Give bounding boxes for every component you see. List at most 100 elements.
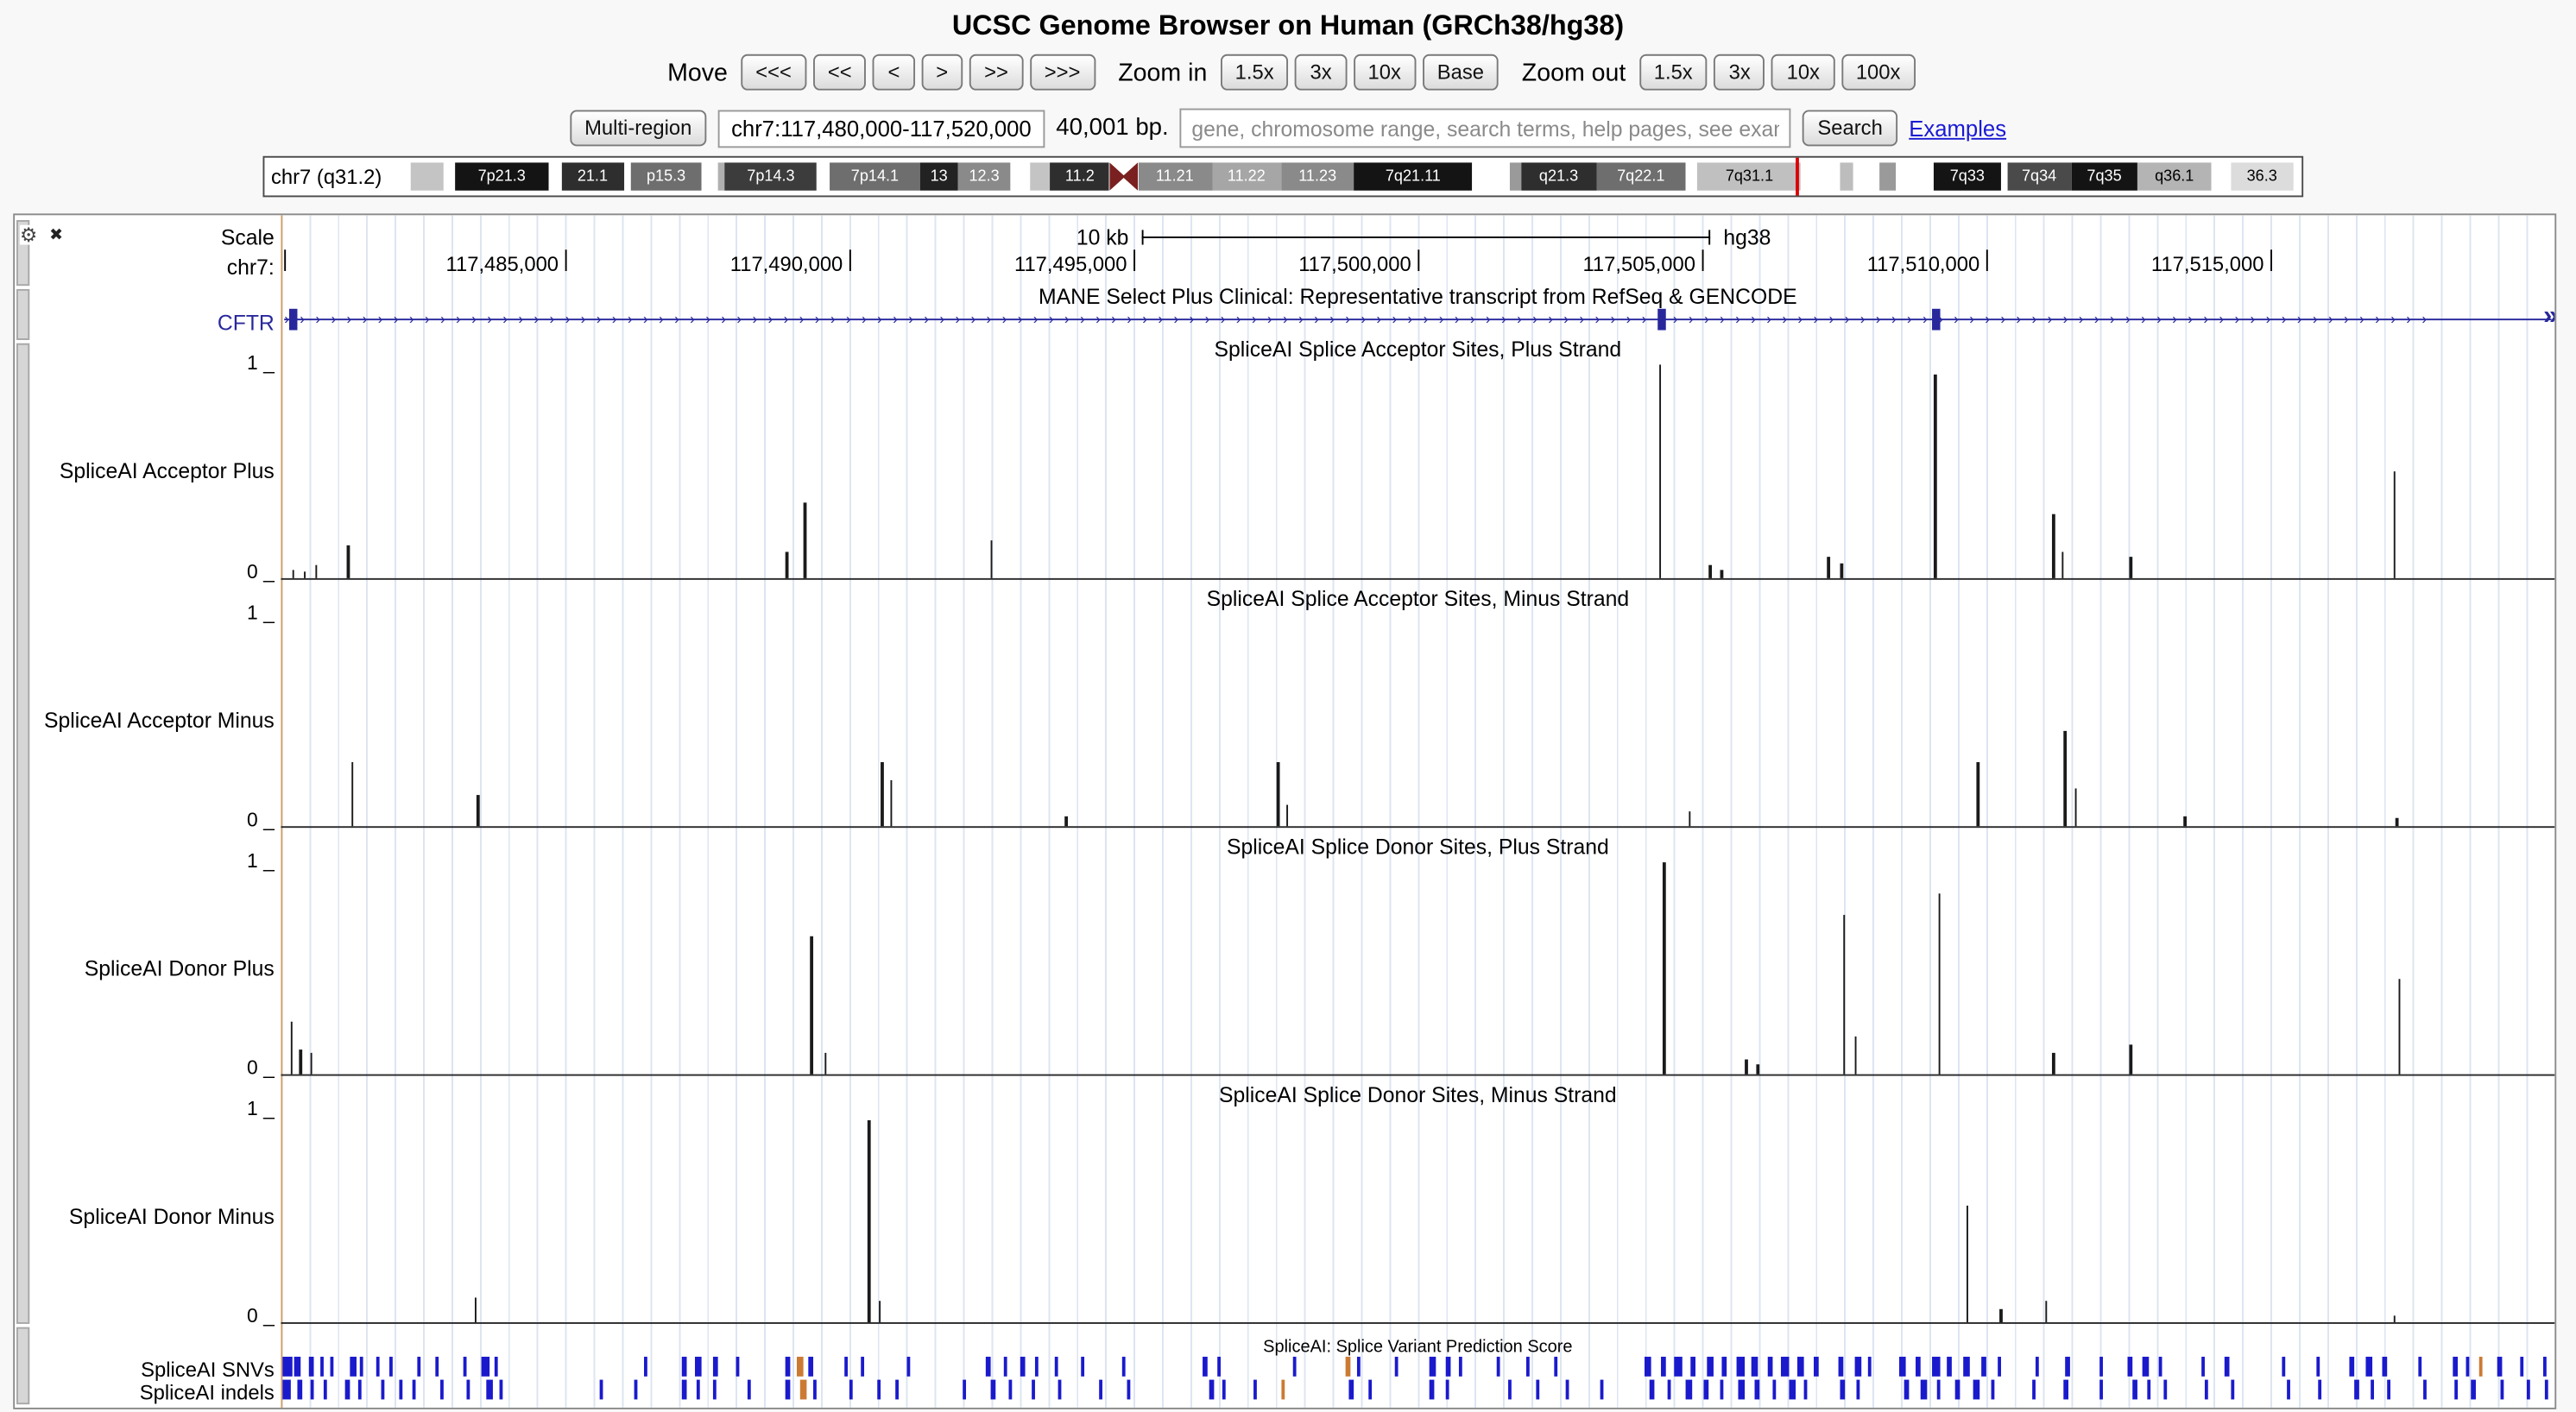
variant-tick <box>2386 1380 2390 1400</box>
multi-region-button[interactable]: Multi-region <box>570 110 707 147</box>
variant-tick <box>1754 1380 1759 1400</box>
variant-tick <box>1752 1357 1759 1377</box>
variant-tick <box>1100 1380 1103 1400</box>
variant-tick <box>1857 1380 1860 1400</box>
signal-bar <box>1286 805 1289 827</box>
gene-direction-arrows: ››››››››››››››››››››››››››››››››››››››››… <box>284 309 2551 331</box>
ideogram-band: 7p14.3 <box>724 162 817 190</box>
variant-tick <box>358 1380 362 1400</box>
variant-tick <box>697 1380 700 1400</box>
ruler-tick <box>1133 249 1135 271</box>
position-box[interactable]: chr7:117,480,000-117,520,000 <box>718 110 1045 148</box>
variant-tick <box>895 1380 899 1400</box>
variant-tick <box>1804 1380 1808 1400</box>
ideogram-band <box>1896 162 1933 190</box>
variant-tick <box>2144 1357 2150 1377</box>
region-size-label: 40,001 bp. <box>1056 115 1168 141</box>
ruler-tick <box>2270 249 2272 271</box>
ideogram-band <box>702 162 717 190</box>
centromere <box>1109 162 1138 190</box>
variant-tick <box>1082 1357 1085 1377</box>
axis-min-label: 0 _ <box>15 1304 275 1327</box>
move-left-small-button[interactable]: < <box>873 54 914 91</box>
variant-tick <box>485 1380 492 1400</box>
variant-tick <box>2366 1357 2373 1377</box>
variant-tick <box>1814 1357 1819 1377</box>
signal-bar <box>2184 816 2187 826</box>
move-far-left-button[interactable]: <<< <box>741 54 806 91</box>
variant-tick <box>1430 1357 1436 1377</box>
ideogram-band <box>1011 162 1030 190</box>
variant-tick <box>1445 1380 1449 1400</box>
track-side-label[interactable]: SpliceAI Donor Minus <box>15 1204 275 1229</box>
variant-tick <box>1704 1380 1709 1400</box>
variant-track-label[interactable]: SpliceAI SNVs <box>15 1358 275 1382</box>
track-baseline <box>281 578 2554 580</box>
gene-model[interactable]: ››››››››››››››››››››››››››››››››››››››››… <box>284 309 2551 331</box>
search-input[interactable] <box>1180 109 1791 148</box>
zoom-in-10x-button[interactable]: 10x <box>1353 54 1416 91</box>
axis-min-label: 0 _ <box>15 1056 275 1080</box>
variant-tick <box>1904 1380 1910 1400</box>
zoom-out-10x-button[interactable]: 10x <box>1771 54 1834 91</box>
zoom-in-1-5x-button[interactable]: 1.5x <box>1221 54 1289 91</box>
signal-bar <box>1664 862 1666 1074</box>
gene-continuation-arrow: » <box>2543 306 2556 329</box>
ideogram-band: 12.3 <box>957 162 1010 190</box>
zoom-out-100x-button[interactable]: 100x <box>1841 54 1916 91</box>
track-title: SpliceAI Splice Donor Sites, Minus Stran… <box>281 1082 2554 1107</box>
close-icon[interactable]: ✖ <box>49 227 63 245</box>
variant-tick <box>797 1357 804 1377</box>
track-side-label[interactable]: SpliceAI Acceptor Minus <box>15 708 275 733</box>
variant-tick <box>390 1357 394 1377</box>
ideogram-bands: 7p21.321.1p15.37p14.37p14.11312.311.211.… <box>402 162 2293 190</box>
examples-link[interactable]: Examples <box>1909 116 2006 141</box>
signal-bar <box>811 936 813 1075</box>
variant-tick <box>681 1380 686 1400</box>
variant-tick <box>713 1357 718 1377</box>
ideogram-band: 7q21.11 <box>1354 162 1472 190</box>
variant-tick <box>2148 1380 2151 1400</box>
ideogram-band: p15.3 <box>630 162 702 190</box>
search-button[interactable]: Search <box>1803 110 1897 147</box>
variant-tick <box>2205 1380 2208 1400</box>
variant-tick <box>1209 1380 1214 1400</box>
move-right-small-button[interactable]: > <box>921 54 963 91</box>
track-side-label[interactable]: SpliceAI Donor Plus <box>15 956 275 981</box>
variant-tick <box>747 1380 750 1400</box>
signal-bar <box>1689 811 1691 826</box>
zoom-in-base-button[interactable]: Base <box>1423 54 1499 91</box>
chromosome-ideogram[interactable]: chr7 (q31.2) 7p21.321.1p15.37p14.37p14.1… <box>262 156 2303 198</box>
ideogram-band <box>2212 162 2231 190</box>
variant-tick <box>2159 1357 2162 1377</box>
genome-browser-image[interactable]: ⚙ ✖ Scale 10 kb hg38 chr7: 117,485,00011… <box>13 213 2556 1409</box>
signal-bar <box>1065 816 1068 826</box>
variant-track-label[interactable]: SpliceAI indels <box>15 1382 275 1405</box>
signal-bar <box>2061 552 2064 577</box>
zoom-out-1-5x-button[interactable]: 1.5x <box>1639 54 1708 91</box>
variant-tick <box>311 1380 314 1400</box>
variant-tick <box>481 1357 489 1377</box>
variant-tick <box>1768 1357 1773 1377</box>
variant-tick <box>2418 1357 2421 1377</box>
move-far-right-button[interactable]: >>> <box>1030 54 1095 91</box>
variant-tick <box>1964 1357 1971 1377</box>
track-side-label[interactable]: SpliceAI Acceptor Plus <box>15 458 275 483</box>
track-handle-spliceai[interactable] <box>16 344 29 1324</box>
signal-bar <box>299 1050 301 1075</box>
zoom-out-3x-button[interactable]: 3x <box>1714 54 1765 91</box>
variant-tick <box>1973 1380 1979 1400</box>
zoom-in-3x-button[interactable]: 3x <box>1295 54 1346 91</box>
variant-tick <box>906 1357 910 1377</box>
variant-tick <box>986 1357 991 1377</box>
variant-tick <box>1367 1380 1371 1400</box>
region-start-line <box>281 215 282 1408</box>
gear-icon[interactable]: ⚙ <box>20 225 37 245</box>
variant-tick <box>1954 1380 1960 1400</box>
move-right-button[interactable]: >> <box>969 54 1023 91</box>
gene-label[interactable]: CFTR <box>15 311 275 336</box>
move-left-button[interactable]: << <box>813 54 867 91</box>
variant-tick <box>1991 1380 1994 1400</box>
signal-bar <box>786 552 788 577</box>
variant-tick <box>324 1380 327 1400</box>
